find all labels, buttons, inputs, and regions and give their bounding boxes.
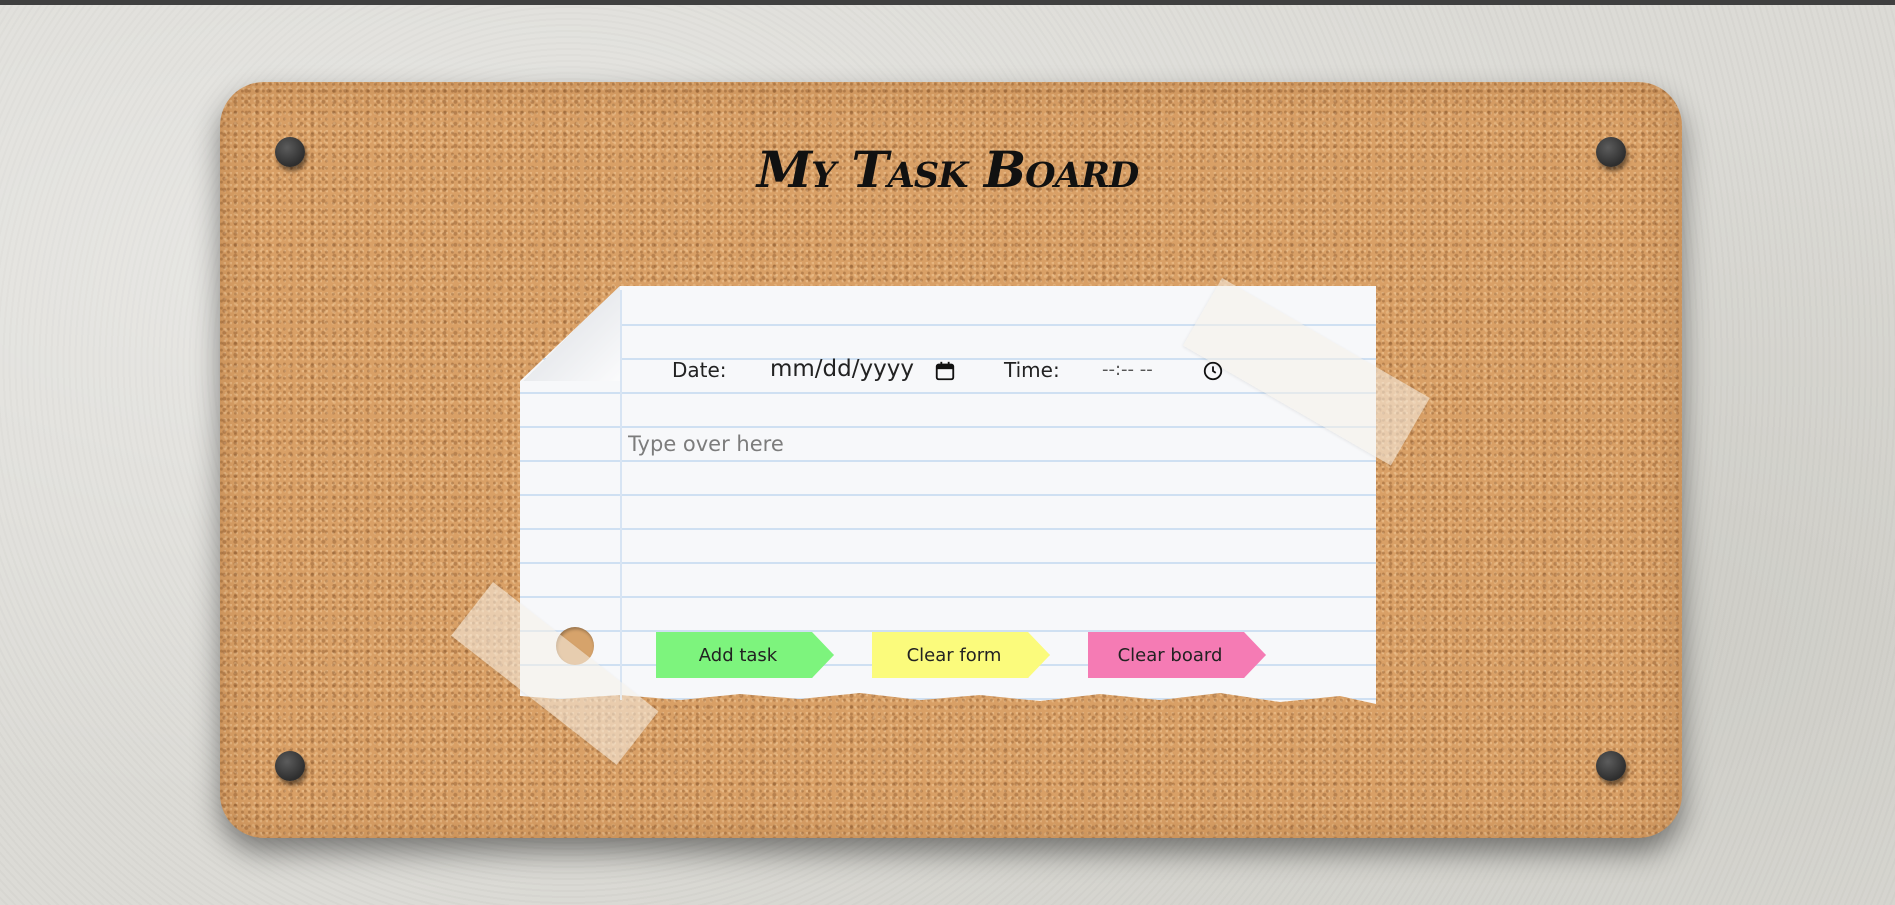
paper-margin-line [620,290,622,700]
window-top-strip [0,0,1895,5]
clear-board-button[interactable]: Clear board [1088,632,1266,678]
time-label: Time: [1004,358,1060,382]
pushpin-bottom-right [1596,751,1626,781]
date-input[interactable]: mm/dd/yyyy [770,356,914,382]
clock-icon[interactable] [1202,360,1224,382]
time-input[interactable]: --:-- -- [1102,359,1153,380]
add-task-button[interactable]: Add task [656,632,834,678]
clear-form-button[interactable]: Clear form [872,632,1050,678]
page-title: My Task Board [756,140,1140,199]
task-text-input[interactable] [628,432,1348,602]
date-label: Date: [672,358,727,382]
pushpin-bottom-left [275,751,305,781]
calendar-icon[interactable] [934,360,956,382]
